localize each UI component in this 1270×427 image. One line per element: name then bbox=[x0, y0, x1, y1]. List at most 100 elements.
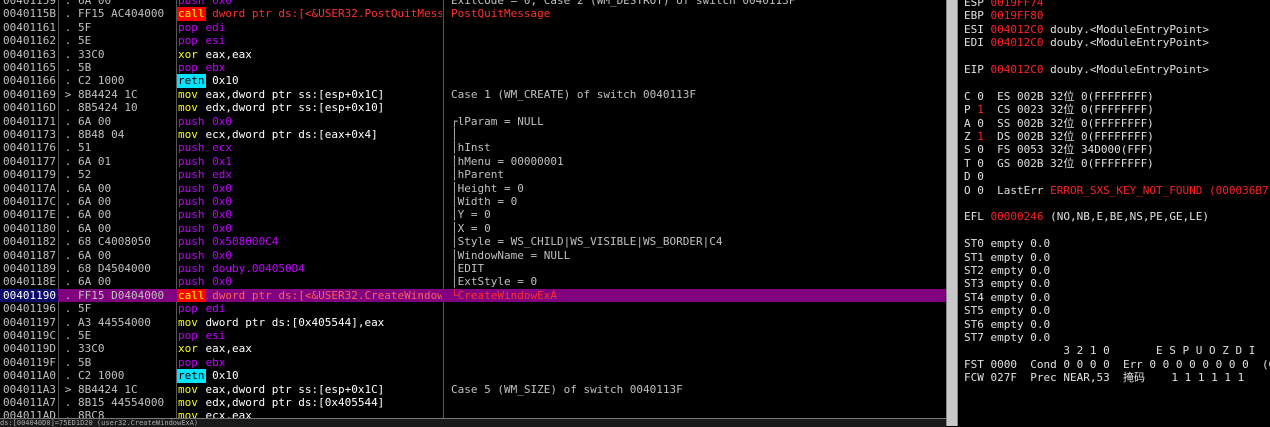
operands: douby.004050D4 bbox=[212, 262, 305, 275]
jump-marker: . bbox=[64, 141, 72, 155]
register-line[interactable]: T 0 GS 002B 32位 0(FFFFFFFF) bbox=[964, 157, 1154, 170]
registers-pane[interactable]: ESP 0019FF74 EBP 0019FF80 ESI 004012C0 dou… bbox=[958, 0, 1270, 426]
disasm-row[interactable]: 0040117A. 6A 00 push 0x0 │Height = 0 bbox=[0, 182, 946, 195]
operands: eax,eax bbox=[205, 342, 252, 356]
register-line[interactable]: P 1 CS 0023 32位 0(FFFFFFFF) bbox=[964, 103, 1154, 116]
register-line[interactable]: C 0 ES 002B 32位 0(FFFFFFFF) bbox=[964, 90, 1154, 103]
comment bbox=[451, 369, 946, 382]
instruction: retn 0x10 bbox=[177, 74, 442, 88]
disasm-row[interactable]: 00401187. 6A 00 push 0x0 │WindowName = NULL bbox=[0, 249, 946, 262]
hex-bytes: C2 1000 bbox=[78, 369, 125, 383]
register-line[interactable]: ST3 empty 0.0 bbox=[964, 277, 1050, 290]
jump-marker: . bbox=[64, 168, 72, 182]
operands: 0x0 bbox=[212, 114, 232, 128]
register-line[interactable]: ST5 empty 0.0 bbox=[964, 304, 1050, 317]
register-line[interactable]: O 0 LastErr ERROR_SXS_KEY_NOT_FOUND (000… bbox=[964, 184, 1270, 197]
instruction: xor eax,eax bbox=[177, 342, 442, 355]
instruction: push 0x0 bbox=[177, 195, 442, 208]
disasm-row[interactable]: 00401169 >8B4424 1C mov eax,dword ptr ss:[… bbox=[0, 88, 946, 101]
comment: │ExtStyle = 0 bbox=[451, 275, 538, 289]
comment bbox=[451, 409, 946, 418]
mnemonic: push bbox=[178, 221, 205, 235]
disasm-row[interactable]: 00401173. 8B48 04 mov ecx,dword ptr ds:[ea… bbox=[0, 128, 946, 141]
register-text: (NO,NB,E,BE,NS,PE,GE,LE) bbox=[1043, 210, 1210, 224]
pane-splitter[interactable] bbox=[946, 0, 958, 426]
disasm-row[interactable]: 0040116D. 8B5424 10 mov edx,dword ptr ss:[… bbox=[0, 101, 946, 114]
register-text: ST4 empty 0.0 bbox=[964, 290, 1051, 304]
disasm-row[interactable]: 00401166. C2 1000 retn 0x10 bbox=[0, 74, 946, 88]
mnemonic: push bbox=[178, 248, 205, 262]
register-line[interactable]: ST6 empty 0.0 bbox=[964, 318, 1050, 331]
instruction: call dword ptr ds:[<&USER32.CreateWindow… bbox=[177, 288, 442, 303]
disasm-row[interactable]: 00401189. 68 D4504000 push douby.004050D4 │… bbox=[0, 262, 946, 275]
disasm-row[interactable]: 004011A0. C2 1000 retn 0x10 bbox=[0, 369, 946, 383]
register-line[interactable]: S 0 FS 0053 32位 34D000(FFF) bbox=[964, 143, 1154, 156]
comment: │WindowName = NULL bbox=[451, 248, 571, 262]
register-line[interactable]: ESI 004012C0 douby.<ModuleEntryPoint> bbox=[964, 23, 1209, 36]
register-line[interactable]: ST0 empty 0.0 bbox=[964, 237, 1050, 250]
address: 0040115B bbox=[3, 7, 56, 21]
comment: │EDIT bbox=[451, 262, 485, 275]
register-line[interactable]: D 0 bbox=[964, 170, 984, 183]
disasm-row[interactable]: 0040119C. 5E pop esi bbox=[0, 329, 946, 342]
disasm-row[interactable]: 0040118E. 6A 00 push 0x0 │ExtStyle = 0 bbox=[0, 275, 946, 288]
hex-bytes: 6A 00 bbox=[78, 195, 112, 208]
register-line[interactable]: A 0 SS 002B 32位 0(FFFFFFFF) bbox=[964, 117, 1154, 130]
jump-marker: . bbox=[64, 61, 72, 74]
disasm-row[interactable]: 00401177. 6A 01 push 0x1 │hMenu = 00000001 bbox=[0, 155, 946, 168]
register-line[interactable]: FST 0000 Cond 0 0 0 0 Err 0 0 0 0 0 0 0 … bbox=[964, 358, 1270, 371]
comment bbox=[451, 302, 946, 315]
hex-bytes: FF15 D0404000 bbox=[78, 288, 165, 302]
address: 0040117E bbox=[3, 208, 56, 222]
disasm-row[interactable]: 0040119F. 5B pop ebx bbox=[0, 356, 946, 369]
address: 00401165 bbox=[3, 61, 56, 74]
mnemonic: mov bbox=[178, 101, 198, 115]
disasm-row-selected[interactable]: 00401190. FF15 D0404000 call dword ptr ds:… bbox=[0, 288, 946, 303]
register-line[interactable]: EFL 00000246 (NO,NB,E,BE,NS,PE,GE,LE) bbox=[964, 210, 1209, 223]
hex-bytes: 5E bbox=[78, 34, 92, 48]
register-line[interactable]: FCW 027F Prec NEAR,53 掩码 1 1 1 1 1 1 bbox=[964, 371, 1244, 384]
disasm-row[interactable]: 00401179. 52 push edx │hParent bbox=[0, 168, 946, 181]
register-line[interactable]: ST7 empty 0.0 bbox=[964, 331, 1050, 344]
register-text: O 0 LastErr bbox=[964, 183, 1051, 197]
register-text: EDI bbox=[964, 36, 991, 50]
disasm-row[interactable]: 004011A7. 8B15 44554000 mov edx,dword ptr … bbox=[0, 396, 946, 409]
disasm-row[interactable]: 00401197. A3 44554000 mov dword ptr ds:[0x… bbox=[0, 316, 946, 329]
disasm-row[interactable]: 00401196. 5F pop edi bbox=[0, 302, 946, 315]
disasm-row[interactable]: 00401180. 6A 00 push 0x0 │X = 0 bbox=[0, 222, 946, 235]
comment bbox=[451, 329, 946, 342]
register-line[interactable]: ESP 0019FF74 bbox=[964, 0, 1043, 9]
register-line[interactable]: EBP 0019FF80 bbox=[964, 9, 1043, 22]
register-line[interactable]: ST1 empty 0.0 bbox=[964, 251, 1050, 264]
register-line[interactable]: EIP 004012C0 douby.<ModuleEntryPoint> bbox=[964, 63, 1209, 76]
mnemonic: mov bbox=[178, 128, 198, 141]
register-line[interactable]: ST4 empty 0.0 bbox=[964, 291, 1050, 304]
instruction: pop esi bbox=[177, 329, 442, 342]
disasm-row[interactable]: 00401176. 51 push ecx │hInst bbox=[0, 141, 946, 154]
jump-marker: . bbox=[64, 262, 72, 275]
register-text: FST 0000 Cond 0 0 0 0 Err 0 0 0 0 0 0 0 … bbox=[964, 357, 1270, 371]
jump-marker: > bbox=[64, 87, 72, 101]
mnemonic: push bbox=[178, 195, 205, 208]
disasm-row[interactable]: 004011AD. 8BC8 mov ecx,eax bbox=[0, 409, 946, 418]
disasm-row[interactable]: 0040119D. 33C0 xor eax,eax bbox=[0, 342, 946, 355]
disasm-row[interactable]: 00401171. 6A 00 push 0x0 ┌lParam = NULL bbox=[0, 115, 946, 128]
register-text: Z bbox=[964, 130, 978, 143]
register-line[interactable]: ST2 empty 0.0 bbox=[964, 264, 1050, 277]
disasm-row[interactable]: 0040115B. FF15 AC404000 call dword ptr ds:… bbox=[0, 7, 946, 21]
disasm-row[interactable]: 004011A3 >8B4424 1C mov eax,dword ptr ss:[… bbox=[0, 383, 946, 396]
jump-marker: . bbox=[64, 288, 72, 302]
disasm-row[interactable]: 00401161. 5F pop edi bbox=[0, 21, 946, 34]
disasm-row[interactable]: 00401182. 68 C4008050 push 0x508000C4 │Styl… bbox=[0, 235, 946, 248]
disasm-row[interactable]: 0040117C. 6A 00 push 0x0 │Width = 0 bbox=[0, 195, 946, 208]
register-line[interactable]: Z 1 DS 002B 32位 0(FFFFFFFF) bbox=[964, 130, 1154, 143]
disassembly-pane[interactable]: 00401159. 6A 00 push 0x0 ExitCode = 0; Case… bbox=[0, 0, 946, 418]
disasm-row[interactable]: 00401165. 5B pop ebx bbox=[0, 61, 946, 74]
register-line[interactable]: 3 2 1 0 E S P U O Z D I bbox=[964, 344, 1255, 357]
disasm-row[interactable]: 0040117E. 6A 00 push 0x0 │Y = 0 bbox=[0, 208, 946, 221]
disasm-row[interactable]: 00401159. 6A 00 push 0x0 ExitCode = 0; Case… bbox=[0, 0, 946, 7]
register-line[interactable]: EDI 004012C0 douby.<ModuleEntryPoint> bbox=[964, 36, 1209, 49]
disasm-row[interactable]: 00401163. 33C0 xor eax,eax bbox=[0, 48, 946, 61]
disasm-row[interactable]: 00401162. 5E pop esi bbox=[0, 34, 946, 47]
instruction: push 0x0 bbox=[177, 115, 442, 128]
